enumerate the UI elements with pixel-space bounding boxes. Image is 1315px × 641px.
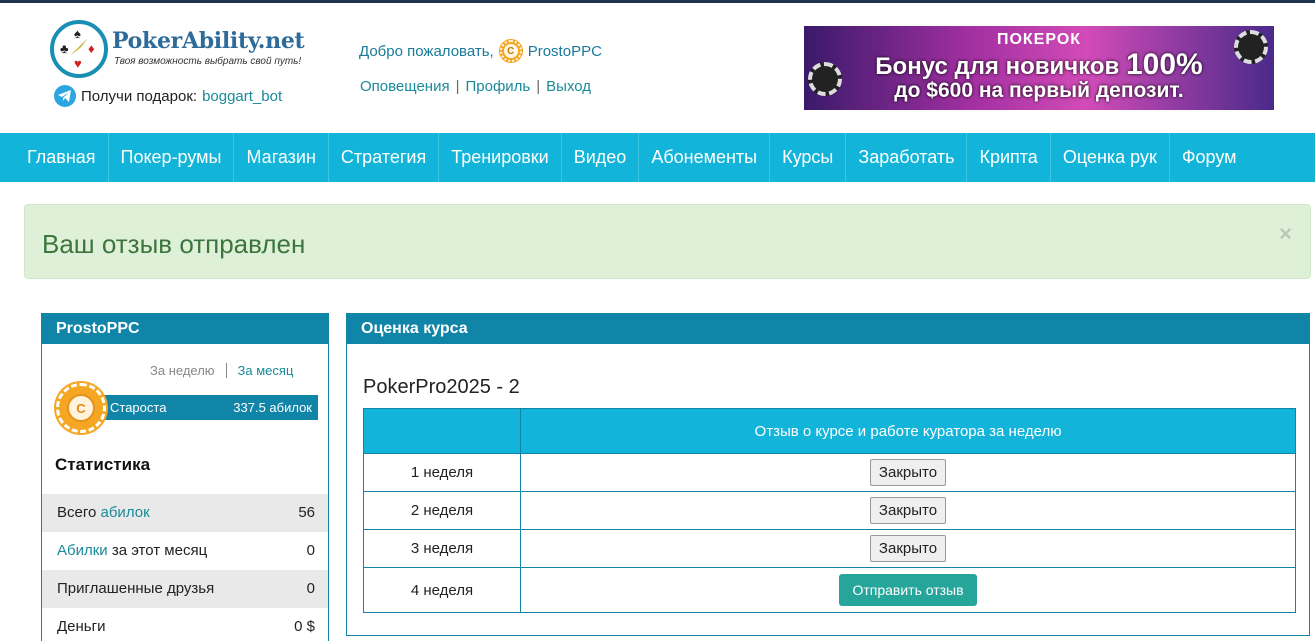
nav-hand-review[interactable]: Оценка рук [1051,133,1170,182]
nav-video[interactable]: Видео [562,133,640,182]
nav-home[interactable]: Главная [0,133,109,182]
period-month-link[interactable]: За месяц [238,363,294,378]
gift-line: Получи подарок: boggart_bot [54,85,282,107]
nav-training[interactable]: Тренировки [439,133,562,182]
table-header-row: Отзыв о курсе и работе куратора за недел… [363,408,1296,454]
week-label: 2 неделя [363,491,521,530]
nav-forum[interactable]: Форум [1170,133,1249,182]
rank-name: Староста [110,400,167,415]
top-border [0,0,1315,3]
gift-label: Получи подарок: [81,87,198,105]
success-alert: Ваш отзыв отправлен × [24,204,1311,279]
table-row: 3 неделя Закрыто [363,529,1296,568]
user-links: Оповещения | Профиль | Выход [360,78,592,95]
welcome-line: Добро пожаловать, C ProstoPPC [359,40,602,62]
alert-message: Ваш отзыв отправлен [42,229,306,259]
period-week[interactable]: За неделю [150,363,227,378]
table-row: 2 неделя Закрыто [363,491,1296,530]
username: ProstoPPC [527,42,602,60]
logo-title: PokerAbility.net [112,28,305,54]
rank-bar: Староста 337.5 абилок [102,395,318,420]
nav-crypto[interactable]: Крипта [967,133,1051,182]
abilki-link[interactable]: Абилки [57,542,108,559]
nav-shop[interactable]: Магазин [234,133,329,182]
stats-list: Всего абилок 56 Абилки за этот месяц 0 П… [42,494,328,641]
nav-earn[interactable]: Заработать [846,133,968,182]
stat-row: Приглашенные друзья 0 [42,570,328,608]
site-logo[interactable]: ♠ ♣ ♦ ♥ PokerAbility.net Твоя возможност… [50,18,310,82]
closed-button[interactable]: Закрыто [869,535,947,562]
period-switch: За неделю За месяц [150,363,293,378]
rank-block: Староста 337.5 абилок C [56,383,318,433]
stats-title: Статистика [55,455,151,474]
banner-brand: ПОКЕРОК [996,31,1082,48]
stat-value: 0 [306,580,315,597]
notifications-link[interactable]: Оповещения [360,78,450,95]
banner-line2: до $600 на первый депозит. [894,79,1184,102]
telegram-icon [54,85,76,107]
welcome-text: Добро пожаловать, [359,42,494,60]
ad-banner[interactable]: ПОКЕРОК Бонус для новичков 100% до $600 … [804,26,1274,110]
stat-row: Абилки за этот месяц 0 [42,532,328,570]
stat-value: 56 [298,504,315,521]
telegram-bot-link[interactable]: boggart_bot [202,88,282,105]
stat-value: 0 $ [294,618,315,635]
nav-strategy[interactable]: Стратегия [329,133,440,182]
close-icon[interactable]: × [1279,221,1292,247]
logout-link[interactable]: Выход [546,78,591,95]
rank-coin-icon: C [499,40,522,62]
banner-line1: Бонус для новичков 100% [875,48,1203,81]
rank-value: 337.5 абилок [233,400,312,415]
send-review-button[interactable]: Отправить отзыв [839,574,977,606]
abilki-link[interactable]: абилок [101,504,150,521]
course-panel-title: Оценка курса [347,313,1309,344]
stat-row: Деньги 0 $ [42,608,328,641]
nav-subscriptions[interactable]: Абонементы [639,133,771,182]
nav-poker-rooms[interactable]: Покер-румы [109,133,235,182]
table-row: 1 неделя Закрыто [363,453,1296,492]
stat-value: 0 [306,542,315,559]
main-nav: Главная Покер-румы Магазин Стратегия Тре… [0,133,1315,182]
nav-courses[interactable]: Курсы [770,133,847,182]
logo-subtitle: Твоя возможность выбрать свой путь! [114,56,302,67]
logo-emblem: ♠ ♣ ♦ ♥ [50,20,108,78]
user-panel: ProstoPPC За неделю За месяц Староста 33… [41,313,329,641]
table-row: 4 неделя Отправить отзыв [363,567,1296,613]
compass-arrow-icon [71,39,87,55]
week-label: 4 неделя [363,567,521,613]
profile-link[interactable]: Профиль [465,78,530,95]
week-label: 3 неделя [363,529,521,568]
closed-button[interactable]: Закрыто [869,459,947,486]
weeks-table: Отзыв о курсе и работе куратора за недел… [363,408,1296,613]
heart-icon: ♥ [74,56,82,71]
course-review-panel: Оценка курса PokerPro2025 - 2 Отзыв о ку… [346,313,1310,636]
course-name: PokerPro2025 - 2 [363,376,520,398]
week-column-header [363,408,521,454]
stat-row: Всего абилок 56 [42,494,328,532]
closed-button[interactable]: Закрыто [869,497,947,524]
week-label: 1 неделя [363,453,521,492]
rank-coin-icon: C [56,383,106,433]
review-column-header: Отзыв о курсе и работе куратора за недел… [520,408,1296,454]
user-panel-title: ProstoPPC [42,313,328,344]
